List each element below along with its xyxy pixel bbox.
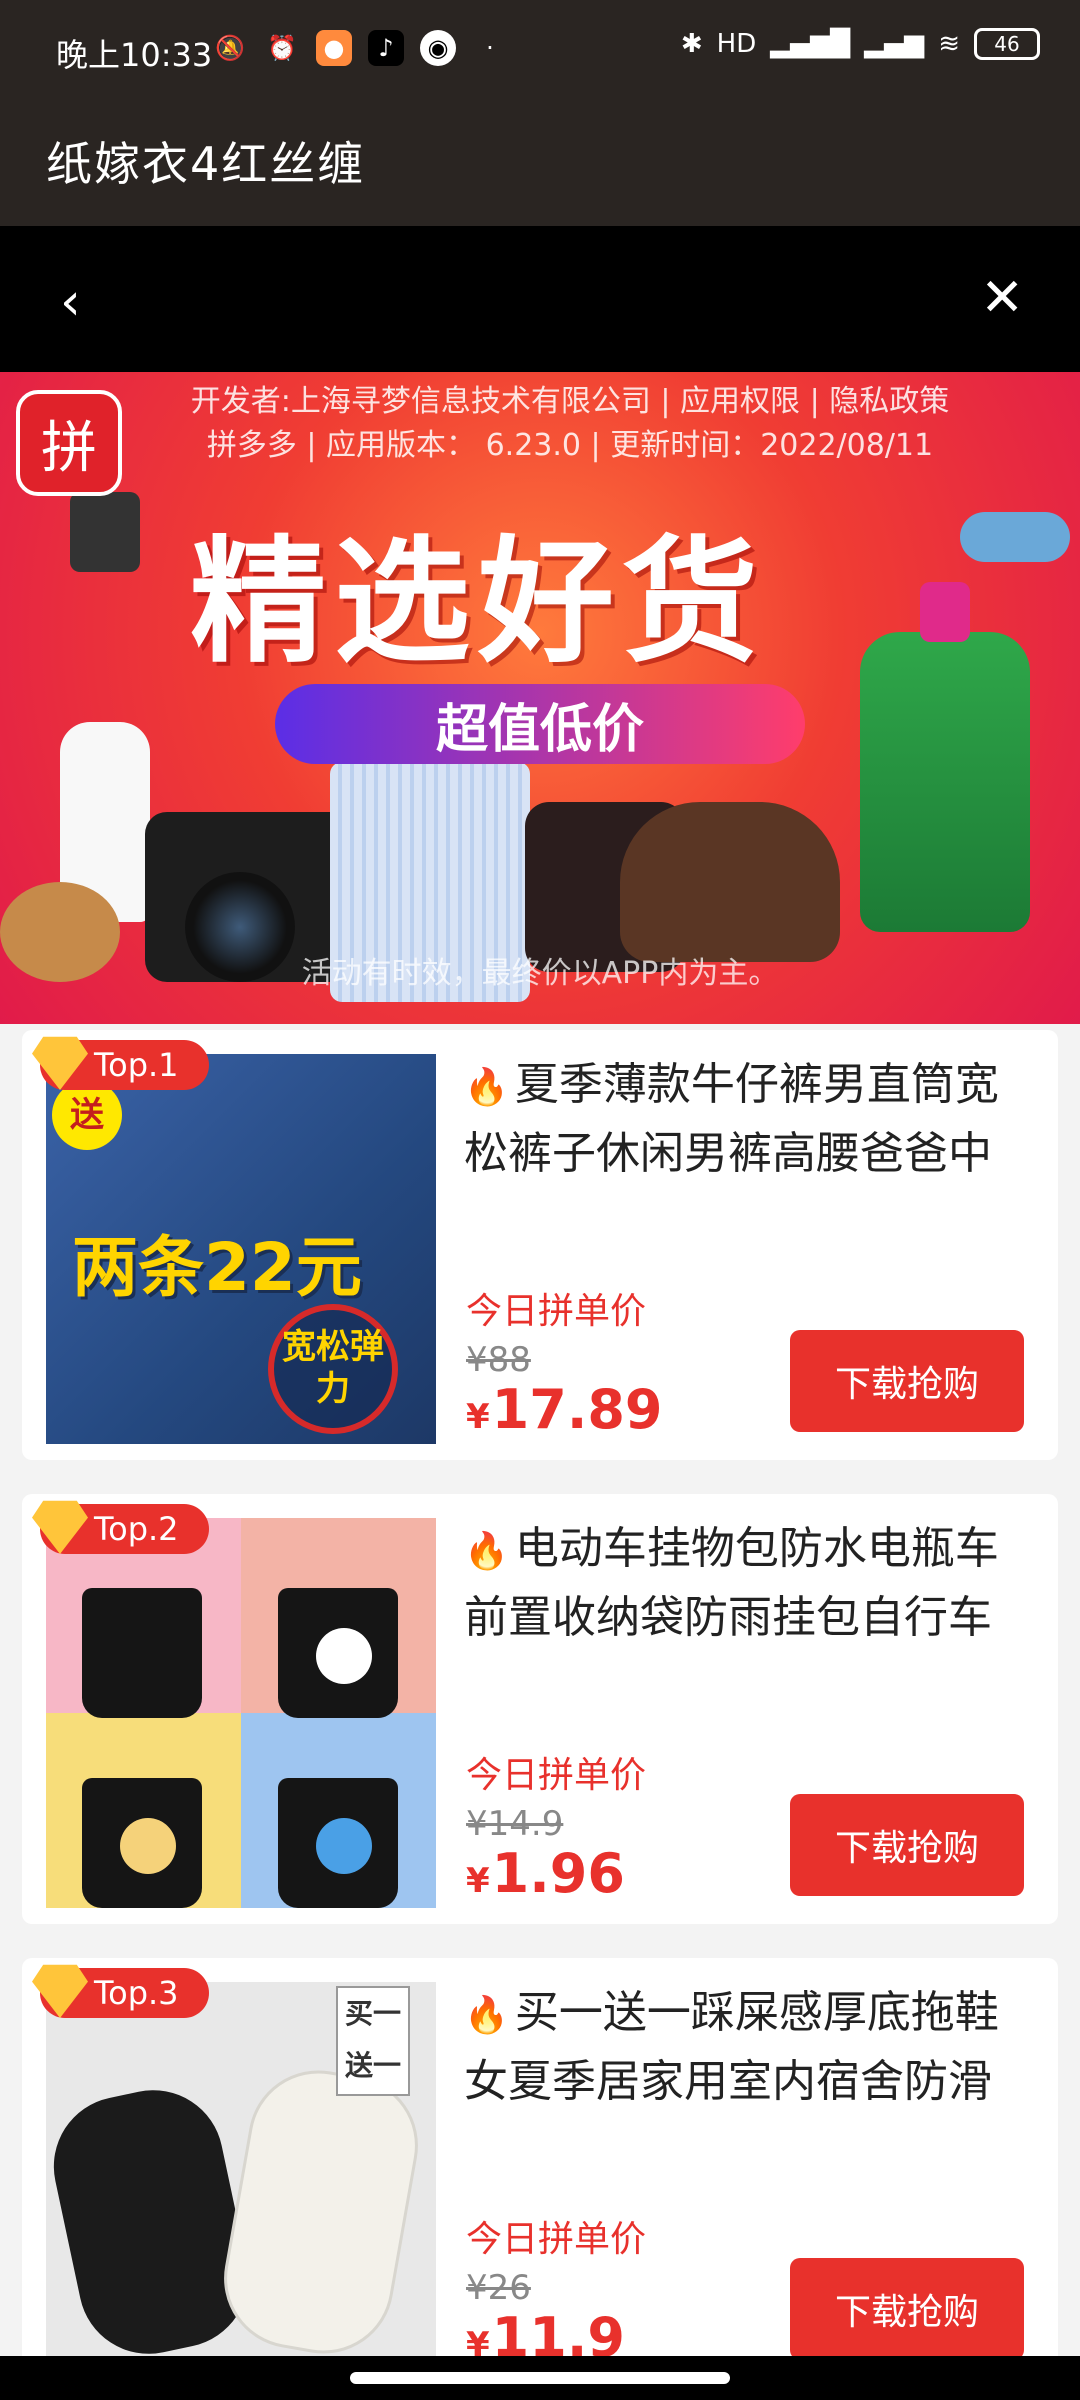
- battery-icon: 46: [974, 28, 1040, 60]
- qq-icon: ◉: [420, 30, 456, 66]
- fire-icon: 🔥: [464, 1067, 509, 1108]
- original-price: ¥26: [466, 2268, 531, 2308]
- wifi-icon: ≋: [938, 29, 960, 59]
- tiktok-icon: ♪: [368, 30, 404, 66]
- banner-meta: 开发者:上海寻梦信息技术有限公司 | 应用权限 | 隐私政策 拼多多 | 应用版…: [120, 380, 1020, 468]
- app-notification-icon: ●: [316, 30, 352, 66]
- banner-footer: 活动有时效，最终价以APP内为主。: [301, 956, 779, 991]
- current-price: ¥1.96: [466, 1842, 625, 1905]
- signal-hd-icon: HD: [716, 29, 757, 59]
- home-indicator[interactable]: [350, 2372, 730, 2384]
- product-card[interactable]: 送 两条22元 宽松弹力 Top.1 🔥 夏季薄款牛仔裤男直筒宽松裤子休闲男裤高腰…: [22, 1030, 1058, 1460]
- original-price: ¥14.9: [466, 1804, 564, 1844]
- status-bar: 晚上10:33 🔕 ⏰ ● ♪ ◉ · ✱ HD ▂▄▆█ ▂▄▆ ≋ 46: [0, 0, 1080, 100]
- fire-icon: 🔥: [464, 1995, 509, 2036]
- original-price: ¥88: [466, 1340, 531, 1380]
- product-image: 买一送一: [46, 1982, 436, 2372]
- product-title: 🔥 夏季薄款牛仔裤男直筒宽松裤子休闲男裤高腰爸爸中: [464, 1059, 999, 1179]
- fire-icon: 🔥: [464, 1531, 509, 1572]
- product-image: [46, 1518, 436, 1908]
- download-buy-button[interactable]: 下载抢购: [790, 1794, 1024, 1896]
- status-time: 晚上10:33: [56, 36, 213, 74]
- banner-headline: 精选好货: [190, 524, 766, 682]
- product-card[interactable]: Top.2 🔥 电动车挂物包防水电瓶车前置收纳袋防雨挂包自行车 今日拼单价 ¥14…: [22, 1494, 1058, 1924]
- product-title: 🔥 电动车挂物包防水电瓶车前置收纳袋防雨挂包自行车: [464, 1523, 999, 1643]
- image-promo-text: 两条22元: [72, 1229, 362, 1306]
- pinduoduo-logo: 拼: [16, 390, 122, 496]
- image-circle-text: 宽松弹力: [268, 1304, 398, 1434]
- ad-nav-bar: ‹ ✕: [0, 226, 1080, 372]
- mute-icon: 🔕: [215, 34, 245, 62]
- bluetooth-icon: ✱: [680, 29, 703, 59]
- price-label: 今日拼单价: [466, 1755, 647, 1796]
- banner-subheadline: 超值低价: [275, 684, 805, 764]
- download-buy-button[interactable]: 下载抢购: [790, 1330, 1024, 1432]
- sunglasses-image: [960, 512, 1070, 562]
- product-card[interactable]: 买一送一 Top.3 🔥 买一送一踩屎感厚底拖鞋女夏季居家用室内宿舍防滑 今日拼单…: [22, 1958, 1058, 2388]
- belt-image: [70, 492, 140, 572]
- system-status: ✱ HD ▂▄▆█ ▂▄▆ ≋ 46: [681, 28, 1040, 60]
- detergent-image: [860, 582, 1030, 932]
- download-buy-button[interactable]: 下载抢购: [790, 2258, 1024, 2360]
- close-icon[interactable]: ✕: [980, 268, 1024, 328]
- app-title-bar: 纸嫁衣4红丝缠: [0, 100, 1080, 226]
- chevron-left-icon[interactable]: ‹: [60, 272, 81, 332]
- gift-sticker: 送: [52, 1080, 122, 1150]
- image-tag: 买一送一: [336, 1986, 410, 2096]
- current-price: ¥17.89: [466, 1378, 663, 1441]
- notification-icons: 🔕 ⏰ ● ♪ ◉ ·: [212, 30, 508, 66]
- battery-level: 46: [994, 32, 1020, 56]
- banner-meta-line2: 拼多多 | 应用版本： 6.23.0 | 更新时间：2022/08/11: [206, 428, 934, 463]
- price-label: 今日拼单价: [466, 2219, 647, 2260]
- signal-icon: ▂▄▆█: [770, 29, 851, 59]
- banner-meta-line1[interactable]: 开发者:上海寻梦信息技术有限公司 | 应用权限 | 隐私政策: [120, 380, 1020, 424]
- price-label: 今日拼单价: [466, 1291, 647, 1332]
- signal2-icon: ▂▄▆: [864, 29, 925, 59]
- sandal-image: [620, 802, 840, 962]
- product-image: 送 两条22元 宽松弹力: [46, 1054, 436, 1444]
- product-title: 🔥 买一送一踩屎感厚底拖鞋女夏季居家用室内宿舍防滑: [464, 1987, 999, 2107]
- alarm-icon: ⏰: [267, 34, 297, 62]
- app-title: 纸嫁衣4红丝缠: [46, 137, 366, 191]
- promo-banner[interactable]: 拼 开发者:上海寻梦信息技术有限公司 | 应用权限 | 隐私政策 拼多多 | 应…: [0, 372, 1080, 1024]
- more-dot-icon: ·: [486, 34, 494, 62]
